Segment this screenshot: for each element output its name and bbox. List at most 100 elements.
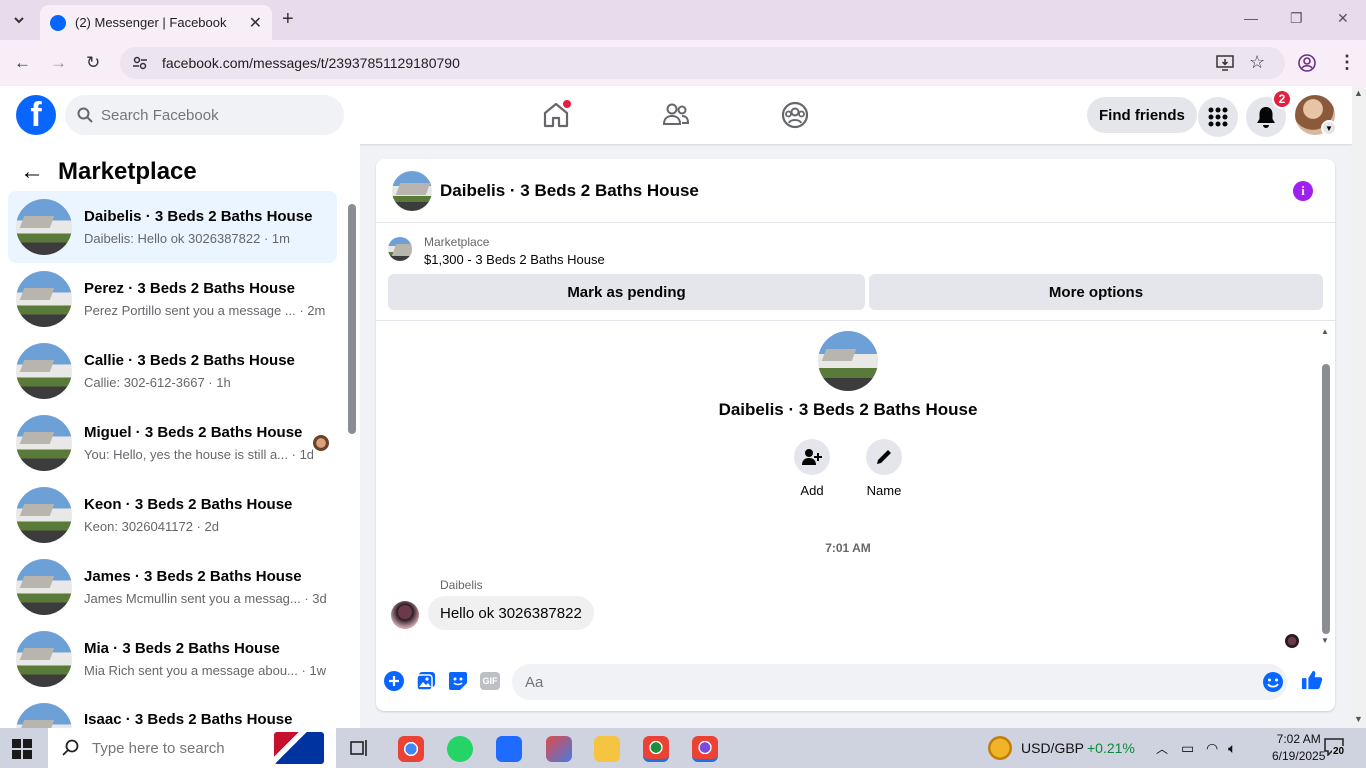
tab-list-dropdown[interactable]: [6, 8, 32, 32]
ticker-symbol[interactable]: USD/GBP: [1021, 740, 1084, 756]
browser-tab-bar: (2) Messenger | Facebook ✕ + — ❐ ✕: [0, 0, 1366, 40]
menu-button[interactable]: [1198, 97, 1238, 137]
scroll-down-icon[interactable]: ▼: [1321, 636, 1329, 645]
bell-icon: [1257, 107, 1275, 128]
groups-icon[interactable]: [780, 100, 810, 130]
show-hidden-icons-icon[interactable]: ︿: [1156, 740, 1168, 757]
file-explorer-icon[interactable]: [594, 736, 620, 762]
taskbar-search[interactable]: [48, 728, 336, 768]
close-tab-icon[interactable]: ✕: [249, 13, 262, 33]
profile-icon[interactable]: [1298, 54, 1316, 72]
taskbar-search-input[interactable]: [92, 739, 272, 757]
search-highlight-image[interactable]: [274, 732, 324, 764]
windows-start-icon[interactable]: [12, 739, 32, 759]
minimize-icon[interactable]: —: [1244, 10, 1258, 26]
conversation-preview: Daibelis: Hello ok 3026387822 · 1m: [84, 231, 290, 246]
mark-as-pending-button[interactable]: Mark as pending: [388, 274, 865, 310]
conversation-info-icon[interactable]: i: [1293, 181, 1313, 201]
chat-title[interactable]: Daibelis · 3 Beds 2 Baths House: [440, 181, 699, 201]
sidebar-scroll-thumb[interactable]: [348, 204, 356, 434]
chrome-app-icon[interactable]: [398, 736, 424, 762]
close-window-icon[interactable]: ✕: [1337, 10, 1349, 27]
system-clock[interactable]: 7:02 AM 6/19/2025: [1272, 731, 1325, 765]
conversation-item[interactable]: Keon · 3 Beds 2 Baths House Keon: 3026041…: [8, 479, 337, 551]
account-chevron-icon[interactable]: ▼: [1321, 120, 1337, 136]
message-bubble[interactable]: Hello ok 3026387822: [428, 596, 594, 630]
conversation-name: Keon · 3 Beds 2 Baths House: [84, 496, 293, 513]
chevron-down-icon: [14, 17, 24, 24]
wifi-icon[interactable]: ◠: [1206, 740, 1218, 757]
address-bar[interactable]: facebook.com/messages/t/2393785112918079…: [120, 47, 1285, 79]
attach-photo-button[interactable]: [415, 670, 437, 692]
add-action[interactable]: Add: [782, 439, 842, 498]
conversation-preview: Perez Portillo sent you a message ... · …: [84, 303, 326, 318]
chrome-profile-app-icon[interactable]: [643, 736, 669, 762]
new-tab-button[interactable]: +: [282, 9, 294, 29]
url-text: facebook.com/messages/t/2393785112918079…: [162, 55, 460, 71]
paint-app-icon[interactable]: [546, 736, 572, 762]
emoji-button[interactable]: [1262, 671, 1284, 693]
tab-title: (2) Messenger | Facebook: [75, 15, 227, 30]
monday-app-icon[interactable]: [496, 736, 522, 762]
volume-icon[interactable]: 🔈︎: [1228, 740, 1236, 757]
conversation-name: Callie · 3 Beds 2 Baths House: [84, 352, 295, 369]
page-scroll-down-icon[interactable]: ▼: [1354, 714, 1363, 724]
facebook-search[interactable]: [65, 95, 344, 135]
page-scrollbar[interactable]: ▲ ▼: [1352, 86, 1366, 728]
bookmark-star-icon[interactable]: ☆: [1249, 52, 1265, 73]
conversation-item[interactable]: Perez · 3 Beds 2 Baths House Perez Portil…: [8, 263, 337, 335]
message-input[interactable]: [525, 673, 1225, 691]
conversation-item[interactable]: Isaac · 3 Beds 2 Baths House: [8, 695, 337, 728]
sender-avatar[interactable]: [391, 601, 419, 629]
back-arrow-icon[interactable]: ←: [20, 160, 44, 184]
battery-icon[interactable]: ▭: [1181, 740, 1194, 757]
conversation-name: Isaac · 3 Beds 2 Baths House: [84, 711, 293, 728]
coins-icon[interactable]: [988, 736, 1012, 760]
conversation-preview: You: Hello, yes the house is still a... …: [84, 447, 313, 462]
conversation-preview: Callie: 302-612-3667 · 1h: [84, 375, 231, 390]
find-friends-button[interactable]: Find friends: [1087, 97, 1197, 133]
sender-name: Daibelis: [440, 578, 483, 592]
restore-icon[interactable]: ❐: [1290, 10, 1303, 27]
install-app-icon[interactable]: [1216, 55, 1234, 71]
back-icon[interactable]: ←: [14, 54, 31, 71]
ticker-change[interactable]: +0.21%: [1087, 740, 1135, 756]
reload-icon[interactable]: ↻: [86, 54, 100, 71]
sidebar-scrollbar[interactable]: [347, 194, 356, 714]
friends-icon[interactable]: [661, 100, 691, 130]
whatsapp-app-icon[interactable]: [447, 736, 473, 762]
sticker-button[interactable]: [447, 670, 469, 692]
search-input[interactable]: [101, 106, 321, 124]
more-options-button[interactable]: More options: [869, 274, 1323, 310]
message-input-box[interactable]: [512, 664, 1287, 700]
conversation-name: Daibelis · 3 Beds 2 Baths House: [84, 208, 313, 225]
home-icon[interactable]: [541, 100, 571, 130]
conversation-item[interactable]: Mia · 3 Beds 2 Baths House Mia Rich sent …: [8, 623, 337, 695]
browser-tab-messenger[interactable]: (2) Messenger | Facebook ✕: [40, 5, 272, 40]
forward-icon[interactable]: →: [50, 54, 67, 71]
browser-menu-icon[interactable]: ⋮: [1338, 52, 1356, 73]
conversation-item[interactable]: Miguel · 3 Beds 2 Baths House You: Hello,…: [8, 407, 337, 479]
like-button[interactable]: [1301, 669, 1323, 691]
conversation-item[interactable]: Callie · 3 Beds 2 Baths House Callie: 302…: [8, 335, 337, 407]
chat-scrollbar[interactable]: ▲ ▼: [1321, 327, 1331, 649]
conversation-item[interactable]: Daibelis · 3 Beds 2 Baths House Daibelis:…: [8, 191, 337, 263]
page-scroll-up-icon[interactable]: ▲: [1354, 88, 1363, 98]
task-view-icon[interactable]: [350, 739, 370, 757]
facebook-logo-icon[interactable]: f: [16, 95, 56, 135]
chat-scroll-thumb[interactable]: [1322, 364, 1330, 634]
chat-listing-thumbnail[interactable]: [392, 170, 432, 211]
chrome-profile-2-app-icon[interactable]: [692, 736, 718, 762]
more-actions-button[interactable]: [383, 670, 405, 692]
name-action[interactable]: Name: [854, 439, 914, 498]
action-center-button[interactable]: 20: [1324, 738, 1348, 758]
conversation-name: James · 3 Beds 2 Baths House: [84, 568, 302, 585]
add-label: Add: [800, 483, 824, 498]
gif-button[interactable]: GIF: [479, 670, 501, 692]
site-settings-icon[interactable]: [132, 55, 148, 71]
scroll-up-icon[interactable]: ▲: [1321, 327, 1329, 336]
windows-taskbar: USD/GBP +0.21% ︿ ▭ ◠ 🔈︎ 7:02 AM 6/19/202…: [0, 728, 1366, 768]
conversation-item[interactable]: James · 3 Beds 2 Baths House James Mcmull…: [8, 551, 337, 623]
thumbs-up-icon: [1301, 670, 1323, 690]
listing-small-thumbnail: [388, 237, 412, 261]
